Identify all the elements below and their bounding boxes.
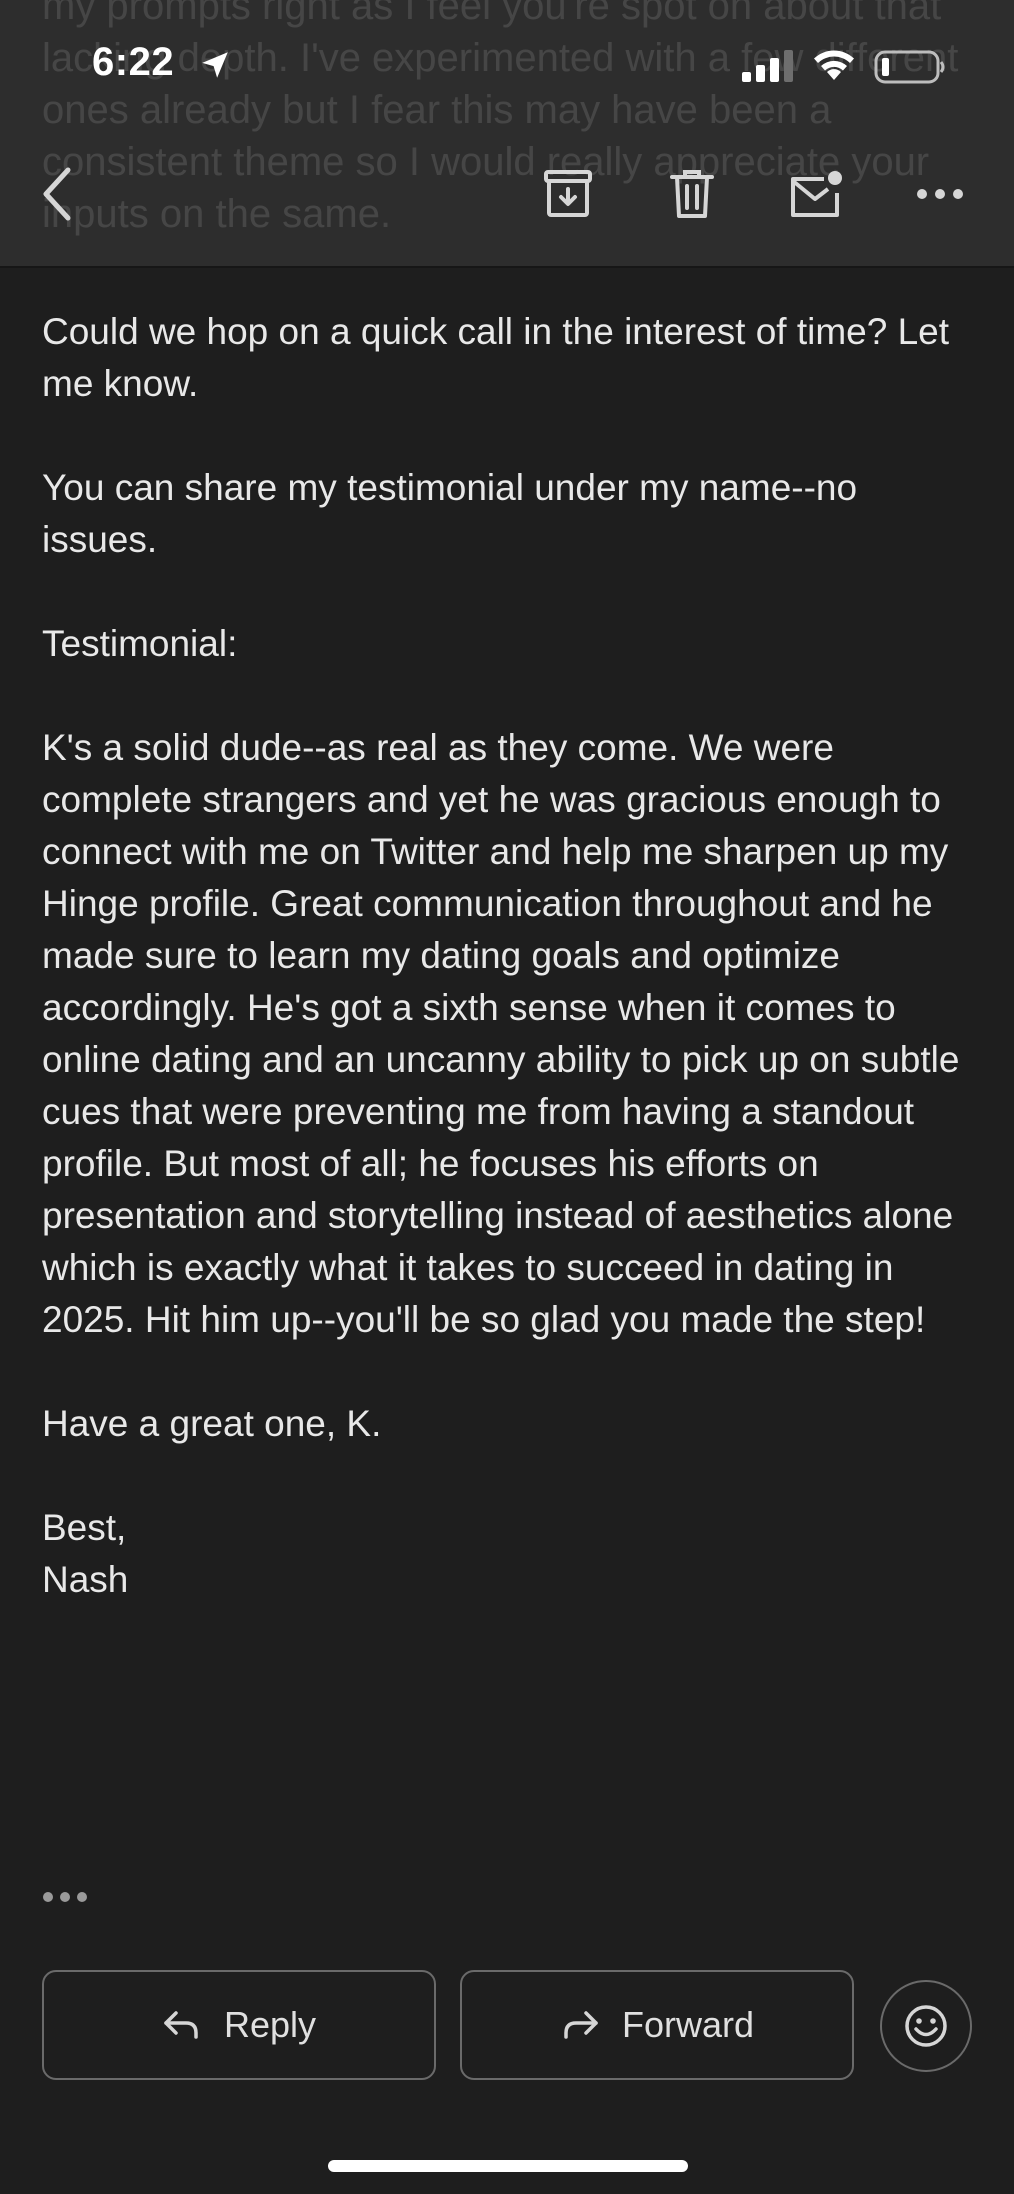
location-arrow-icon xyxy=(202,52,228,78)
archive-button[interactable] xyxy=(538,164,598,224)
email-paragraph: Have a great one, K. xyxy=(42,1403,382,1444)
show-trimmed-content-button[interactable] xyxy=(42,1890,92,1920)
back-button[interactable] xyxy=(28,164,88,224)
email-screen: my prompts right as I feel you're spot o… xyxy=(0,0,1014,2194)
emoji-reaction-button[interactable] xyxy=(880,1980,972,2072)
smiley-face-icon xyxy=(905,2005,947,2047)
email-body: Could we hop on a quick call in the inte… xyxy=(42,306,982,1606)
more-horizontal-icon xyxy=(917,189,963,199)
delete-button[interactable] xyxy=(662,164,722,224)
home-indicator[interactable] xyxy=(328,2160,688,2172)
chevron-left-icon xyxy=(43,167,71,221)
status-bar: 6:22 xyxy=(0,0,1014,120)
mail-unread-icon xyxy=(791,171,842,217)
email-paragraph: Testimonial: xyxy=(42,623,238,664)
mark-unread-button[interactable] xyxy=(786,164,846,224)
more-button[interactable] xyxy=(910,164,970,224)
forward-arrow-icon xyxy=(564,2011,598,2039)
email-paragraph: Could we hop on a quick call in the inte… xyxy=(42,311,950,404)
email-paragraph: You can share my testimonial under my na… xyxy=(42,467,858,560)
email-actions: Reply Forward xyxy=(42,1970,972,2084)
signature: Nash xyxy=(42,1559,129,1600)
top-bar: my prompts right as I feel you're spot o… xyxy=(0,0,1014,266)
archive-icon xyxy=(544,170,592,217)
cellular-signal-icon xyxy=(742,50,793,82)
status-time: 6:22 xyxy=(92,40,175,84)
testimonial-text: K's a solid dude--as real as they come. … xyxy=(42,727,960,1340)
reply-label: Reply xyxy=(223,2004,317,2045)
wifi-icon xyxy=(814,50,854,80)
trash-icon xyxy=(670,170,714,218)
email-toolbar xyxy=(0,150,1014,236)
reply-arrow-icon xyxy=(164,2011,198,2039)
battery-icon xyxy=(874,50,945,84)
forward-label: Forward xyxy=(621,2004,755,2045)
reply-button[interactable]: Reply xyxy=(42,1970,436,2080)
ellipsis-icon xyxy=(43,1892,87,1902)
signoff: Best, xyxy=(42,1507,127,1548)
forward-button[interactable]: Forward xyxy=(460,1970,854,2080)
